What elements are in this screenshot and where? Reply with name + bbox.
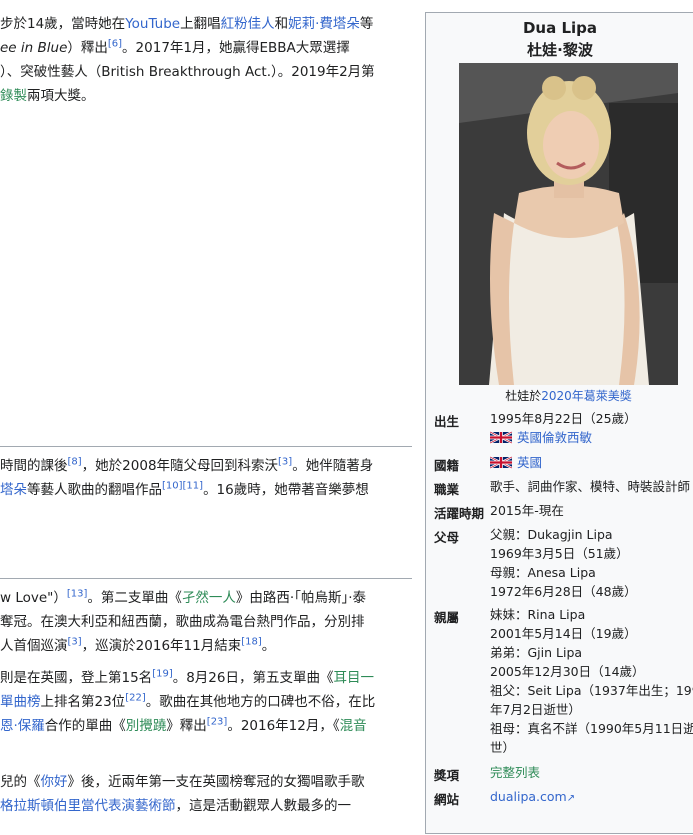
link-glastonbury[interactable]: 格拉斯頓伯里當代表演藝術節	[0, 798, 176, 814]
uk-flag-icon	[489, 430, 513, 444]
photo-caption: 杜娃於2020年葛萊美獎	[505, 389, 632, 403]
paragraph-line: 兒的《你好》後，近兩年第一支在英國榜奪冠的女獨唱歌手歌	[0, 774, 365, 790]
paragraph-line: ）、突破性藝人（British Breakthrough Act.）。2019年…	[0, 64, 375, 80]
citation-link[interactable]: [3]	[68, 637, 82, 648]
born-place: 英國倫敦西敏	[489, 428, 592, 447]
link-sean-paul[interactable]: 恩·保羅	[0, 718, 45, 734]
link-pink[interactable]: 紅粉佳人	[221, 16, 275, 32]
link-blow-your-mind[interactable]: 耳目一	[334, 670, 375, 686]
link-uk[interactable]: 英國	[517, 455, 542, 470]
infobox-row-active: 活躍時期 2015年-現在	[434, 503, 564, 521]
infobox-photo[interactable]	[459, 63, 678, 385]
article-body: 步於14歲，當時她在YouTube上翻唱紅粉佳人和妮莉·費塔朵等 ee in B…	[0, 0, 412, 835]
paragraph-line: 塔朵等藝人歌曲的翻唱作品[10][11]。16歲時，她帶著音樂夢想	[0, 480, 369, 498]
citation-link[interactable]: [10][11]	[162, 481, 203, 492]
citation-link[interactable]: [3]	[278, 457, 292, 468]
paragraph-line: 奪冠。在澳大利亞和紐西蘭，歌曲成為電台熱門作品，分別排	[0, 614, 365, 630]
citation-link[interactable]: [19]	[152, 669, 173, 680]
paragraph-line: w Love"）[13]。第二支單曲《孑然一人》由路西·「帕烏斯」·泰	[0, 588, 367, 606]
paragraph-line: 錄製兩項大獎。	[0, 88, 95, 104]
paragraph-line: 恩·保羅合作的單曲《別攪蹺》釋出[23]。2016年12月，《混音	[0, 716, 367, 734]
link-recording[interactable]: 錄製	[0, 88, 27, 104]
citation-link[interactable]: [13]	[67, 589, 88, 600]
link-remix[interactable]: 混音	[340, 718, 367, 734]
infobox-row-nationality: 國籍 英國	[434, 455, 543, 473]
link-awards-list[interactable]: 完整列表	[490, 763, 540, 782]
paragraph-line: 格拉斯頓伯里當代表演藝術節，這是活動觀眾人數最多的一	[0, 798, 351, 814]
infobox: Dua Lipa 杜娃·黎波 杜娃於2020年葛萊美獎 出生 1995年8月22…	[425, 12, 693, 834]
citation-link[interactable]: [18]	[241, 637, 262, 648]
link-grammy-2020[interactable]: 2020年葛萊美獎	[541, 389, 632, 403]
citation-link[interactable]: [6]	[108, 39, 122, 50]
link-be-the-one[interactable]: 孑然一人	[182, 590, 236, 606]
link-singles-chart[interactable]: 單曲榜	[0, 694, 41, 710]
uk-flag-icon	[489, 455, 513, 469]
citation-link[interactable]: [23]	[207, 717, 228, 728]
infobox-subtitle: 杜娃·黎波	[527, 41, 593, 59]
paragraph-line: ee in Blue）釋出[6]。2017年1月，她贏得EBBA大眾選擇	[0, 38, 350, 56]
infobox-row-born: 出生 1995年8月22日（25歲） 英國倫敦西敏	[434, 411, 637, 447]
infobox-row-website: 網站 dualipa.com↗	[434, 789, 576, 807]
citation-link[interactable]: [22]	[125, 693, 146, 704]
link-furtado[interactable]: 塔朵	[0, 482, 27, 498]
link-westminster[interactable]: 英國倫敦西敏	[517, 430, 592, 445]
link-no-lie[interactable]: 別攪蹺	[126, 718, 167, 734]
paragraph-line: 人首個巡演[3]，巡演於2016年11月結束[18]。	[0, 636, 276, 654]
paragraph-line: 單曲榜上排名第23位[22]。歌曲在其他地方的口碑也不俗，在比	[0, 692, 376, 710]
external-link-icon: ↗	[566, 793, 576, 804]
citation-link[interactable]: [8]	[68, 457, 82, 468]
link-website[interactable]: dualipa.com	[490, 789, 567, 804]
section-divider	[0, 578, 412, 579]
infobox-title: Dua Lipa	[522, 19, 598, 37]
born-date: 1995年8月22日（25歲）	[490, 411, 637, 426]
infobox-row-parents: 父母 父親：Dukagjin Lipa 1969年3月5日（51歲） 母親：An…	[434, 527, 637, 599]
section-divider	[0, 446, 412, 447]
paragraph-line: 時間的課後[8]，她於2008年隨父母回到科索沃[3]。她伴隨著身	[0, 456, 374, 474]
infobox-row-relatives: 親屬 妹妹：Rina Lipa 2001年5月14日（19歲） 弟弟：Gjin …	[434, 607, 693, 755]
link-hello[interactable]: 你好	[41, 774, 68, 790]
paragraph-line: 步於14歲，當時她在YouTube上翻唱紅粉佳人和妮莉·費塔朵等	[0, 16, 374, 32]
paragraph-line: 則是在英國，登上第15名[19]。8月26日，第五支單曲《耳目一	[0, 668, 375, 686]
infobox-row-awards: 獎項 完整列表	[434, 763, 541, 783]
link-nelly-furtado[interactable]: 妮莉·費塔朵	[288, 16, 360, 32]
link-youtube[interactable]: YouTube	[125, 16, 180, 32]
infobox-row-occupation: 職業 歌手、詞曲作家、模特、時裝設計師	[434, 479, 691, 497]
